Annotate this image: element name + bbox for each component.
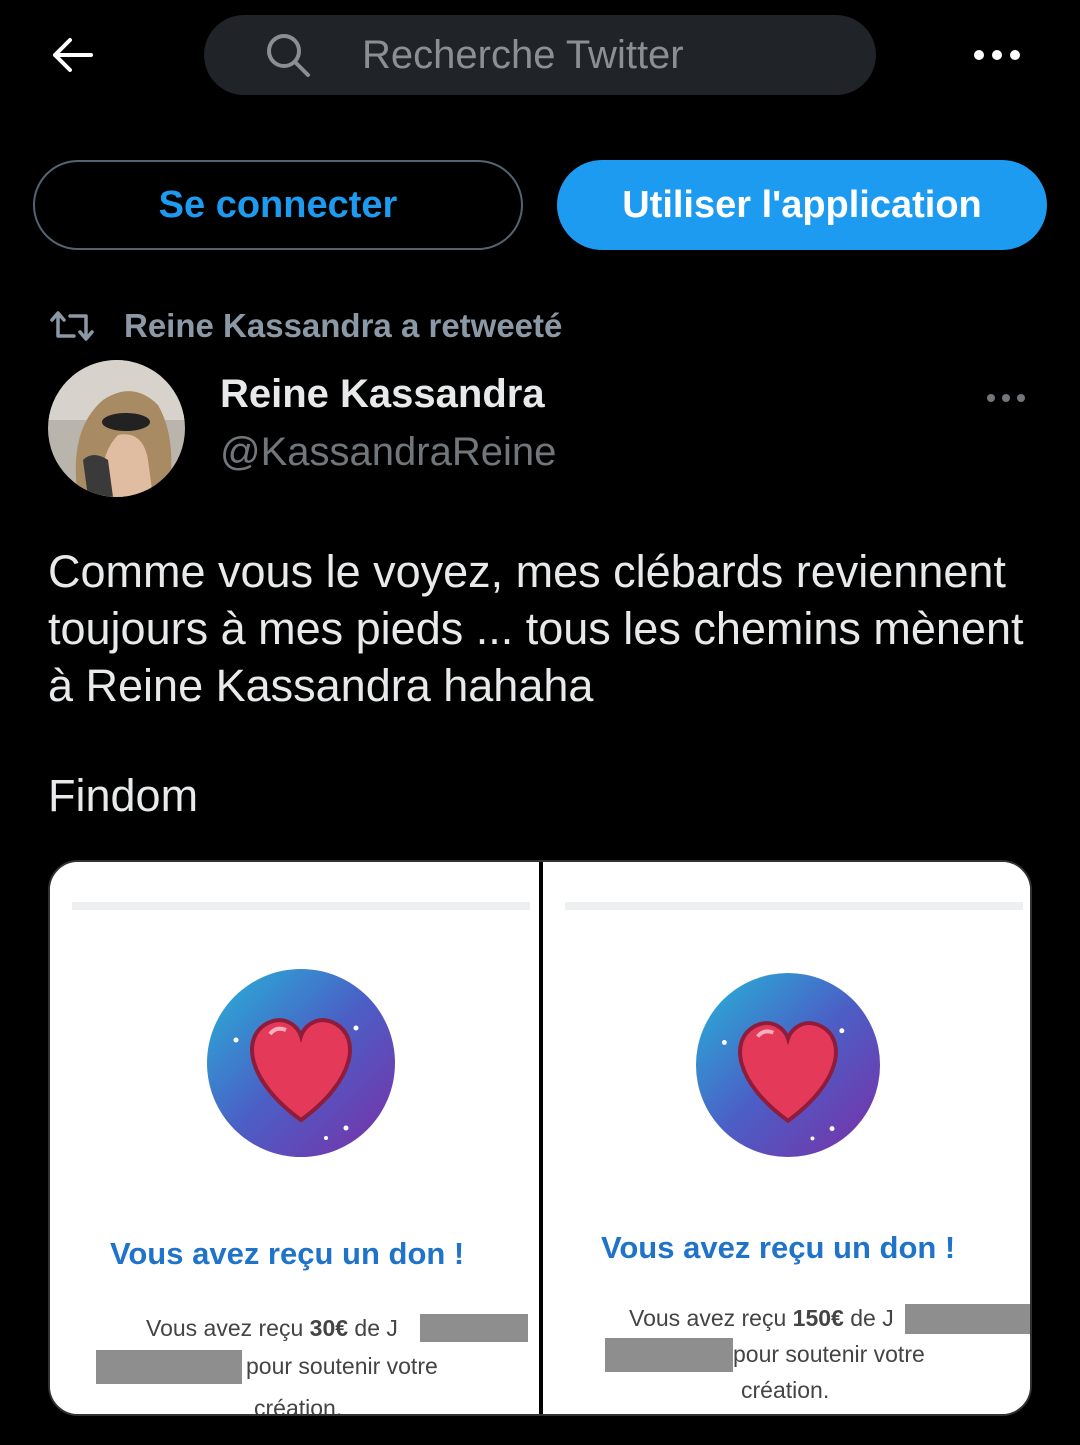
retweet-label: Reine Kassandra a retweeté	[124, 307, 563, 344]
media-image-1[interactable]: Vous avez reçu un don ! Vous avez reçu 3…	[50, 862, 539, 1414]
more-horizontal-icon	[987, 394, 1025, 402]
retweet-icon	[50, 311, 94, 341]
tweet-tag: Findom	[48, 770, 199, 821]
heart-logo-icon	[207, 969, 395, 1157]
search-bar[interactable]	[204, 15, 876, 95]
redacted-name	[905, 1304, 1030, 1334]
tweet-text: Comme vous le voyez, mes clébards revien…	[48, 546, 1024, 711]
more-options-button[interactable]	[962, 28, 1032, 82]
heart-logo-icon	[695, 972, 881, 1158]
redacted-name	[605, 1338, 733, 1372]
author-handle[interactable]: @KassandraReine	[220, 430, 556, 475]
use-app-button[interactable]: Utiliser l'application	[557, 160, 1047, 250]
avatar[interactable]	[48, 360, 185, 497]
back-button[interactable]	[40, 28, 104, 82]
retweet-context: Reine Kassandra a retweeté	[48, 304, 562, 348]
more-horizontal-icon	[974, 50, 1020, 60]
media-image-2[interactable]: Vous avez reçu un don ! Vous avez reçu 1…	[543, 862, 1030, 1414]
donation-title: Vous avez reçu un don !	[601, 1230, 956, 1265]
donation-text: Vous avez reçu 150€ de J pour soutenir v…	[543, 1300, 1030, 1410]
donation-text: Vous avez reçu 30€ de J pour soutenir vo…	[50, 1310, 539, 1414]
image-top-band	[72, 902, 530, 910]
tweet-more-button[interactable]	[976, 380, 1036, 416]
tweet-media[interactable]: Vous avez reçu un don ! Vous avez reçu 3…	[48, 860, 1032, 1416]
arrow-left-icon	[53, 38, 93, 72]
redacted-name	[420, 1314, 528, 1342]
image-top-band	[565, 902, 1023, 910]
author-name[interactable]: Reine Kassandra	[220, 372, 545, 417]
donation-title: Vous avez reçu un don !	[110, 1236, 465, 1271]
search-input[interactable]	[360, 31, 814, 79]
search-icon	[260, 27, 316, 83]
redacted-name	[96, 1350, 242, 1384]
login-button[interactable]: Se connecter	[33, 160, 523, 250]
